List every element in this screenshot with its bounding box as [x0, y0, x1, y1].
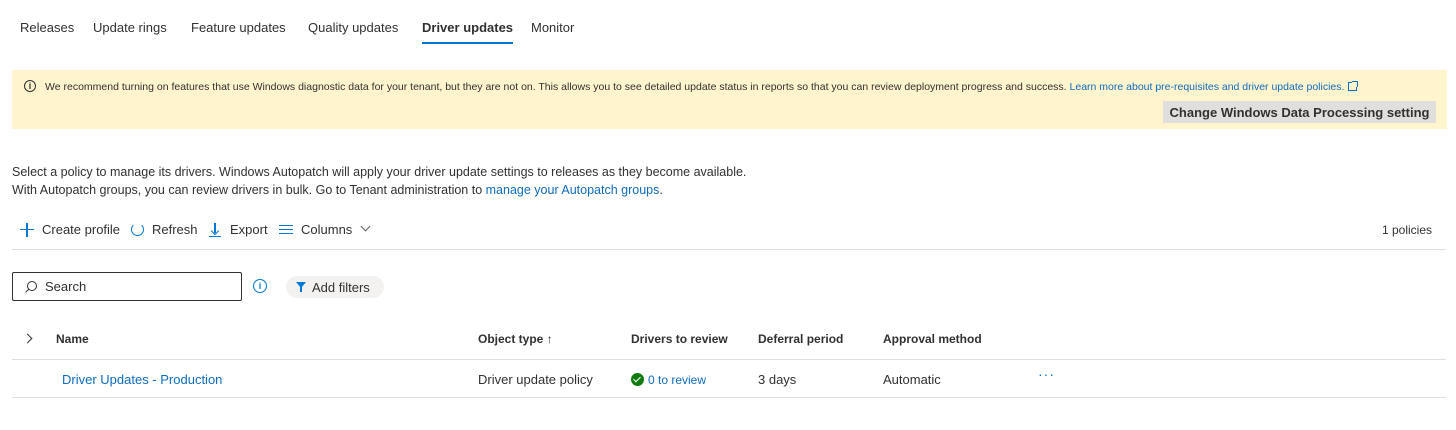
- banner-message: We recommend turning on features that us…: [45, 81, 1359, 93]
- tab-driver-updates[interactable]: Driver updates: [422, 20, 514, 44]
- policy-name-cell: Driver Updates - Production: [62, 372, 222, 387]
- refresh-button[interactable]: Refresh: [131, 222, 198, 237]
- manage-autopatch-groups-link[interactable]: manage your Autopatch groups: [486, 183, 660, 197]
- policy-count: 1 policies: [1381, 223, 1432, 237]
- more-actions-icon[interactable]: ···: [1038, 366, 1055, 382]
- export-button[interactable]: Export: [208, 222, 268, 237]
- header-deferral-period[interactable]: Deferral period: [758, 332, 843, 346]
- banner-text: We recommend turning on features that us…: [45, 81, 1067, 93]
- chevron-down-icon: [360, 221, 371, 232]
- header-approval-method[interactable]: Approval method: [883, 332, 982, 346]
- external-link-icon: [1348, 81, 1359, 91]
- download-icon: [208, 222, 222, 237]
- tab-quality-updates[interactable]: Quality updates: [308, 20, 398, 35]
- tab-update-rings[interactable]: Update rings: [93, 20, 167, 35]
- description-line-2: With Autopatch groups, you can review dr…: [12, 183, 663, 197]
- change-data-processing-button[interactable]: Change Windows Data Processing setting: [1163, 101, 1436, 123]
- search-box[interactable]: [12, 272, 242, 301]
- tab-releases[interactable]: Releases: [20, 20, 74, 35]
- drivers-to-review-link[interactable]: 0 to review: [648, 373, 706, 387]
- drivers-to-review-cell: 0 to review: [631, 372, 706, 387]
- table-row[interactable]: Driver Updates - Production Driver updat…: [12, 360, 1446, 398]
- policy-name-link[interactable]: Driver Updates - Production: [62, 372, 222, 387]
- header-object-type[interactable]: Object type ↑: [478, 332, 553, 346]
- info-icon: i: [24, 80, 36, 92]
- command-bar: Create profile Refresh Export Columns 1 …: [12, 218, 1446, 250]
- refresh-icon: [131, 223, 144, 236]
- tab-monitor[interactable]: Monitor: [531, 20, 574, 35]
- create-profile-button[interactable]: Create profile: [20, 222, 120, 237]
- deferral-period-cell: 3 days: [758, 372, 797, 387]
- search-input[interactable]: [45, 279, 225, 294]
- object-type-cell: Driver update policy: [478, 372, 593, 387]
- header-name[interactable]: Name: [56, 332, 89, 346]
- policies-table: Name Object type ↑ Drivers to review Def…: [12, 322, 1446, 398]
- table-header: Name Object type ↑ Drivers to review Def…: [12, 322, 1446, 360]
- search-icon: [25, 280, 37, 293]
- search-info-icon[interactable]: i: [253, 279, 267, 293]
- description-line-1: Select a policy to manage its drivers. W…: [12, 165, 747, 179]
- columns-button[interactable]: Columns: [279, 221, 371, 237]
- approval-method-cell: Automatic: [883, 372, 941, 387]
- plus-icon: [20, 222, 34, 237]
- banner-learn-more-link[interactable]: Learn more about pre-requisites and driv…: [1070, 81, 1359, 93]
- add-filters-button[interactable]: Add filters: [286, 276, 384, 298]
- page-description: Select a policy to manage its drivers. W…: [12, 163, 746, 199]
- expand-all-chevron-icon[interactable]: [22, 333, 33, 344]
- check-circle-icon: [631, 373, 644, 386]
- filter-icon: [296, 282, 306, 292]
- columns-icon: [279, 223, 293, 237]
- header-drivers-to-review[interactable]: Drivers to review: [631, 332, 728, 346]
- diagnostic-data-banner: i We recommend turning on features that …: [12, 70, 1447, 129]
- tab-feature-updates[interactable]: Feature updates: [191, 20, 286, 35]
